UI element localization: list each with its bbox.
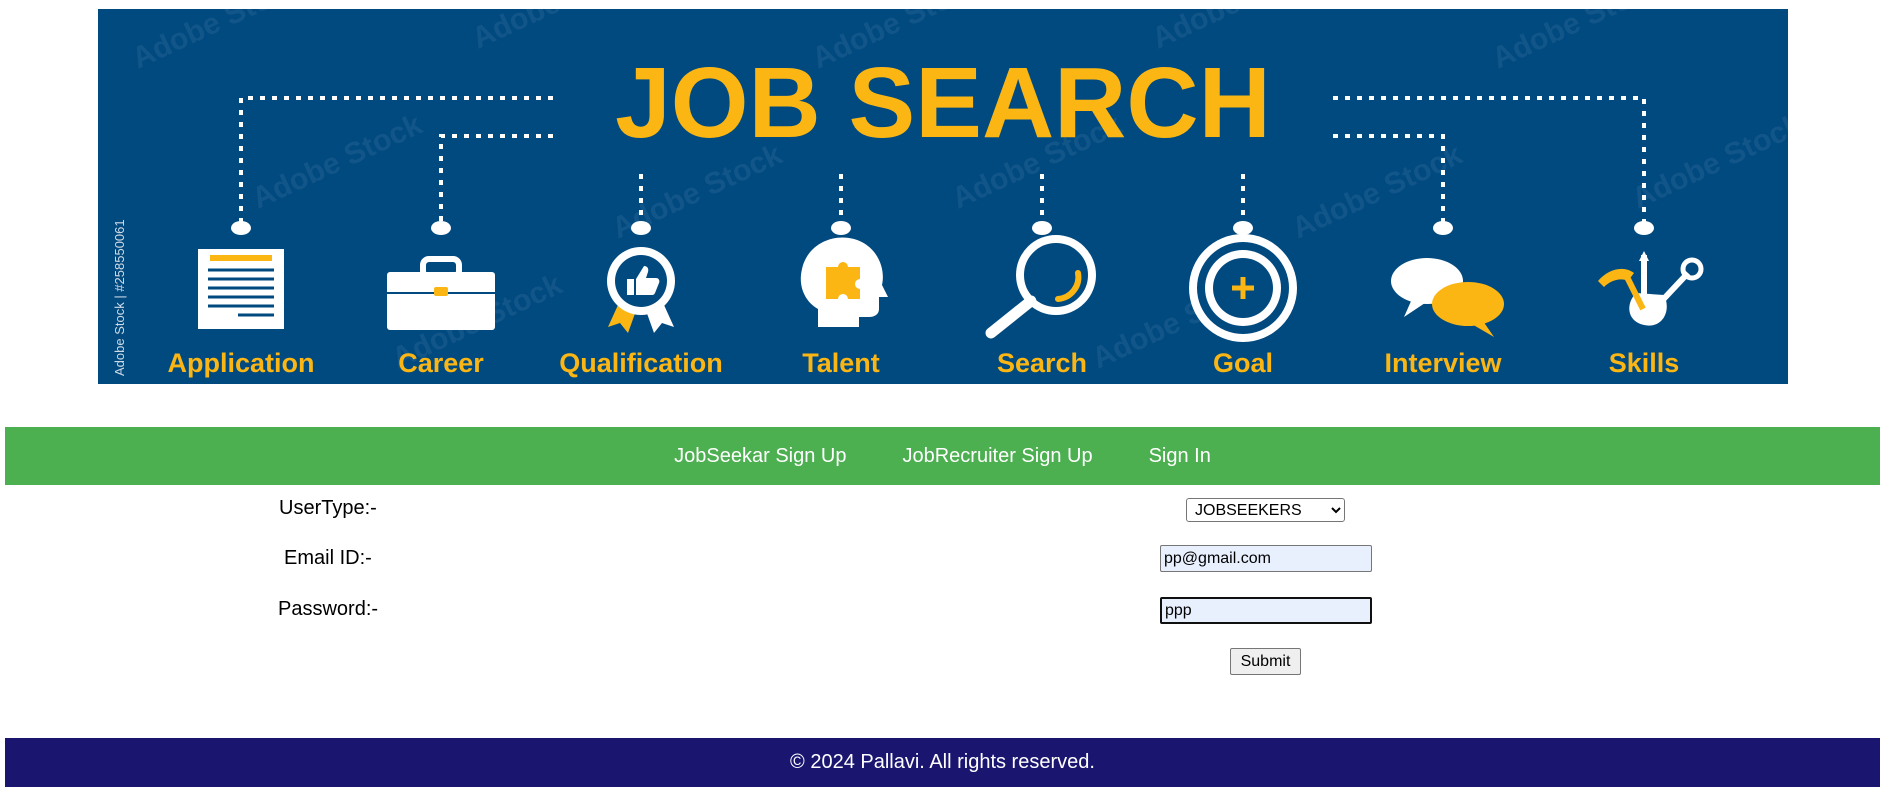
banner-title: JOB SEARCH <box>615 47 1271 159</box>
nav-bar: JobSeekar Sign Up JobRecruiter Sign Up S… <box>5 427 1880 485</box>
banner-label-career: Career <box>398 348 484 378</box>
password-label: Password:- <box>278 598 379 620</box>
banner-label-search: Search <box>997 348 1087 378</box>
nav-jobseeker-signup[interactable]: JobSeekar Sign Up <box>674 445 846 468</box>
target-icon <box>1189 234 1297 342</box>
banner-label-skills: Skills <box>1609 348 1680 378</box>
banner-label-talent: Talent <box>802 348 880 378</box>
usertype-label: UserType:- <box>279 497 377 519</box>
password-field[interactable] <box>1160 597 1372 624</box>
banner-label-application: Application <box>168 348 315 378</box>
banner-label-qualification: Qualification <box>559 348 723 378</box>
usertype-select[interactable]: JOBSEEKERS <box>1186 498 1345 522</box>
job-search-banner: Adobe Stock Adobe Stock Adobe Stock Adob… <box>98 9 1788 384</box>
banner-label-goal: Goal <box>1213 348 1273 378</box>
email-field[interactable] <box>1160 545 1372 572</box>
submit-button[interactable]: Submit <box>1230 648 1301 675</box>
email-label: Email ID:- <box>284 547 372 569</box>
banner-label-interview: Interview <box>1384 348 1502 378</box>
nav-sign-in[interactable]: Sign In <box>1149 445 1211 468</box>
document-icon <box>198 249 284 329</box>
nav-jobrecruiter-signup[interactable]: JobRecruiter Sign Up <box>902 445 1092 468</box>
footer: © 2024 Pallavi. All rights reserved. <box>5 738 1880 787</box>
banner-side-text: Adobe Stock | #258550061 <box>112 219 127 376</box>
footer-copyright: © 2024 Pallavi. All rights reserved. <box>790 751 1095 773</box>
